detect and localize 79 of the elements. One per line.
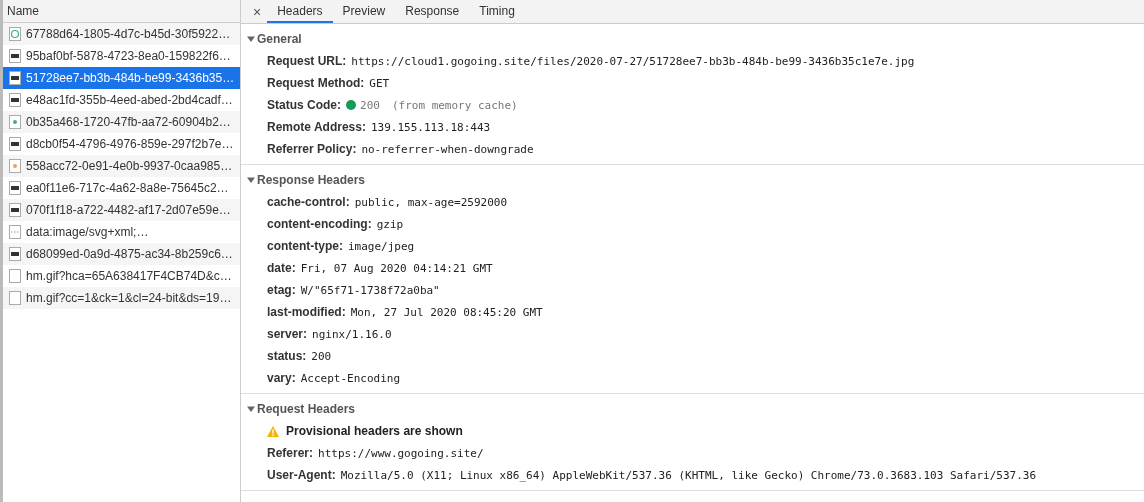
- header-value: Mon, 27 Jul 2020 08:45:20 GMT: [350, 305, 543, 319]
- request-name: 558acc72-0e91-4e0b-9937-0caa985…: [26, 159, 233, 173]
- file-icon: [9, 115, 21, 129]
- request-name: 67788d64-1805-4d7c-b45d-30f5922…: [26, 27, 231, 41]
- request-name: data:image/svg+xml;…: [26, 225, 149, 239]
- header-name: etag:: [267, 283, 296, 297]
- header-value: 139.155.113.18:443: [370, 120, 491, 134]
- font-file-icon: [9, 27, 21, 41]
- header-name: content-type:: [267, 239, 343, 253]
- section-header[interactable]: General: [241, 28, 1144, 50]
- request-row[interactable]: 67788d64-1805-4d7c-b45d-30f5922…: [3, 23, 240, 45]
- image-file-icon: [9, 49, 21, 63]
- header-value: image/jpeg: [348, 239, 415, 253]
- tab[interactable]: Headers: [267, 0, 333, 23]
- image-file-icon: [9, 93, 21, 107]
- header-name: date:: [267, 261, 296, 275]
- column-header[interactable]: Name: [7, 4, 39, 18]
- request-name: 51728ee7-bb3b-484b-be99-3436b35…: [26, 71, 235, 85]
- tab[interactable]: Preview: [332, 0, 396, 23]
- header-name: cache-control:: [267, 195, 350, 209]
- header-value: public, max-age=2592000: [354, 195, 507, 209]
- request-row[interactable]: hm.gif?cc=1&ck=1&cl=24-bit&ds=19…: [3, 287, 240, 309]
- image-file-icon: [9, 137, 21, 151]
- request-name: 070f1f18-a722-4482-af17-2d07e59e…: [26, 203, 231, 217]
- header-value: 200: [360, 98, 380, 112]
- header-value: no-referrer-when-downgrade: [361, 142, 534, 156]
- header-value: https://www.gogoing.site/: [318, 446, 484, 460]
- header-name: server:: [267, 327, 308, 341]
- request-name: hm.gif?cc=1&ck=1&cl=24-bit&ds=19…: [26, 291, 232, 305]
- header-name: Referrer Policy:: [267, 142, 357, 156]
- header-name: Status Code:: [267, 98, 341, 112]
- header-value: Fri, 07 Aug 2020 04:14:21 GMT: [300, 261, 493, 275]
- request-row[interactable]: 0b35a468-1720-47fb-aa72-60904b2…: [3, 111, 240, 133]
- request-row[interactable]: 070f1f18-a722-4482-af17-2d07e59e…: [3, 199, 240, 221]
- tab[interactable]: Response: [395, 0, 470, 23]
- image-file-icon: [9, 159, 21, 173]
- image-file-icon: [9, 203, 21, 217]
- image-file-icon: [9, 247, 21, 261]
- request-name: e48ac1fd-355b-4eed-abed-2bd4cadf…: [26, 93, 233, 107]
- header-value: nginx/1.16.0: [312, 327, 392, 341]
- caret-icon: [247, 176, 255, 184]
- request-row[interactable]: d68099ed-0a9d-4875-ac34-8b259c6…: [3, 243, 240, 265]
- header-value: Mozilla/5.0 (X11; Linux x86_64) AppleWebKit/537.36 (KHTML, like Gecko) Chrome/73.0.3683.103 Safari/537.36: [340, 468, 1037, 482]
- blank-file-icon: [9, 291, 21, 305]
- warning-icon: [267, 425, 279, 437]
- blank-file-icon: [9, 269, 21, 283]
- caret-icon: [247, 35, 255, 43]
- header-name: status:: [267, 349, 307, 363]
- header-name: Referer:: [267, 446, 314, 460]
- request-row[interactable]: 51728ee7-bb3b-484b-be99-3436b35…: [3, 67, 240, 89]
- header-value: Accept-Encoding: [300, 371, 401, 385]
- section-header[interactable]: Request Headers: [241, 398, 1144, 420]
- header-value: W/"65f71-1738f72a0ba": [300, 283, 440, 297]
- header-name: vary:: [267, 371, 296, 385]
- request-name: 0b35a468-1720-47fb-aa72-60904b2…: [26, 115, 231, 129]
- image-file-icon: [9, 181, 21, 195]
- header-value: GET: [369, 76, 390, 90]
- header-name: content-encoding:: [267, 217, 372, 231]
- header-name: User-Agent:: [267, 468, 336, 482]
- header-value: 200: [311, 349, 332, 363]
- request-name: hm.gif?hca=65A638417F4CB74D&c…: [26, 269, 232, 283]
- warning-text: Provisional headers are shown: [286, 424, 463, 438]
- section-header[interactable]: Response Headers: [241, 169, 1144, 191]
- header-value: gzip: [376, 217, 404, 231]
- cache-note: (from memory cache): [391, 98, 518, 112]
- request-row[interactable]: 558acc72-0e91-4e0b-9937-0caa985…: [3, 155, 240, 177]
- header-value: https://cloud1.gogoing.site/files/2020-07-27/51728ee7-bb3b-484b-be99-3436b35c1e7e.jpg: [351, 54, 915, 68]
- header-name: Request Method:: [267, 76, 365, 90]
- header-name: last-modified:: [267, 305, 346, 319]
- request-name: d68099ed-0a9d-4875-ac34-8b259c6…: [26, 247, 233, 261]
- header-name: Request URL:: [267, 54, 347, 68]
- image-file-icon: [9, 71, 21, 85]
- request-name: 95baf0bf-5878-4723-8ea0-159822f6…: [26, 49, 231, 63]
- header-name: Remote Address:: [267, 120, 366, 134]
- tab[interactable]: Timing: [469, 0, 525, 23]
- file-icon: [9, 225, 21, 239]
- request-name: ea0f11e6-717c-4a62-8a8e-75645c2…: [26, 181, 229, 195]
- caret-icon: [247, 405, 255, 413]
- request-name: d8cb0f54-4796-4976-859e-297f2b7e…: [26, 137, 234, 151]
